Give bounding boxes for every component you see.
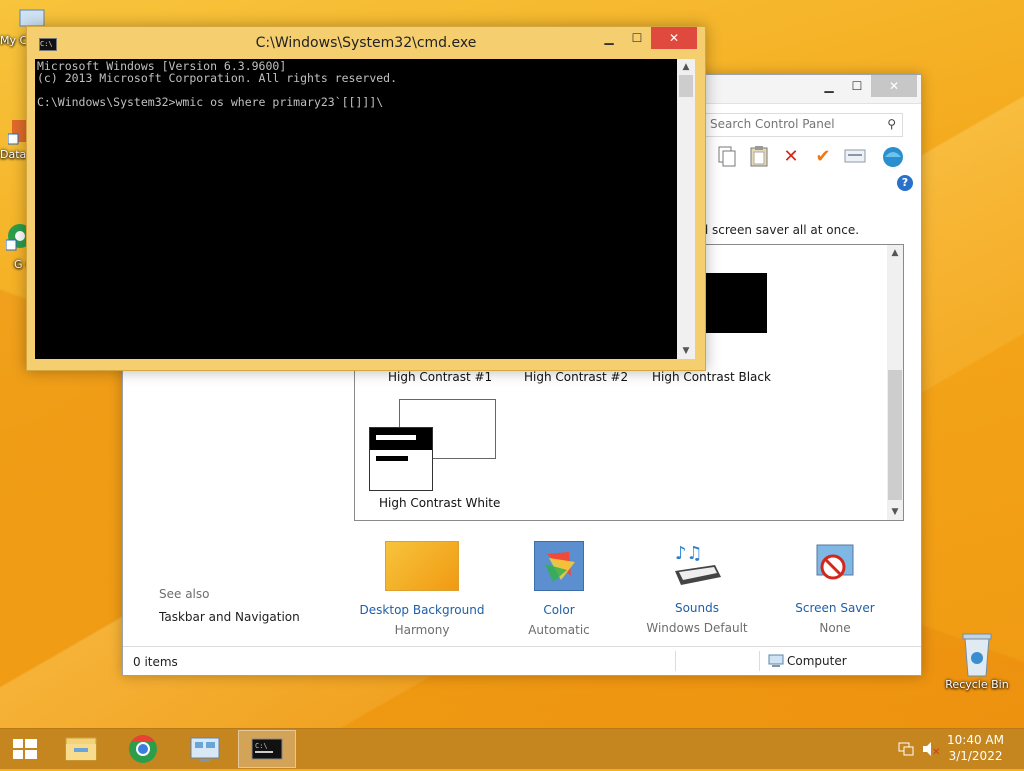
preview-text-bar (376, 456, 408, 461)
computer-icon (768, 654, 784, 671)
console-prompt-line: C:\Windows\System32>wmic os where primar… (37, 95, 384, 109)
maximize-button[interactable]: ☐ (843, 75, 871, 97)
desktop-icon-recycle-bin[interactable]: Recycle Bin (940, 630, 1014, 691)
desktop-background-icon (385, 541, 459, 591)
status-location: Computer (787, 654, 847, 668)
console-output[interactable]: Microsoft Windows [Version 6.3.9600] (c)… (35, 59, 677, 359)
color-value: Automatic (528, 623, 590, 637)
paste-icon[interactable] (747, 145, 771, 169)
svg-text:♪♫: ♪♫ (675, 543, 703, 564)
windows-logo-icon (13, 739, 37, 759)
scroll-up-arrow-icon[interactable]: ▲ (887, 245, 903, 261)
clock-date: 3/1/2022 (948, 749, 1003, 763)
maximize-button[interactable]: ☐ (623, 27, 651, 49)
checkmark-icon[interactable]: ✔ (811, 145, 835, 169)
see-also-heading: See also (159, 587, 210, 601)
high-contrast-white-preview[interactable] (369, 399, 497, 491)
console-line: (c) 2013 Microsoft Corporation. All righ… (37, 71, 398, 85)
taskbar: C:\ ✕ 10:40 AM 3/1/2022 (0, 728, 1024, 769)
sounds-keyboard-icon: ♪♫ (671, 541, 723, 589)
desktop-background-link[interactable]: Desktop Background (352, 603, 492, 617)
personalization-description: nd screen saver all at once. (693, 223, 860, 237)
folder-icon (65, 737, 97, 761)
screen-saver-icon (811, 541, 859, 589)
svg-text:C:\: C:\ (255, 742, 268, 750)
preview-titlebar (370, 428, 432, 450)
theme-label-high-contrast-black[interactable]: High Contrast Black (652, 370, 771, 384)
taskbar-file-explorer[interactable] (52, 730, 110, 768)
sounds-link[interactable]: Sounds (627, 601, 767, 615)
taskbar-cmd[interactable]: C:\ (238, 730, 296, 768)
desktop-background-value: Harmony (394, 623, 450, 637)
scroll-down-arrow-icon[interactable]: ▼ (677, 343, 695, 359)
scroll-down-arrow-icon[interactable]: ▼ (887, 504, 903, 520)
sounds-item[interactable]: ♪♫ Sounds Windows Default (627, 541, 767, 635)
desktop-icon-label: Recycle Bin (945, 678, 1009, 691)
copy-icon[interactable] (715, 145, 739, 169)
start-button[interactable] (0, 730, 50, 768)
theme-label-high-contrast-1[interactable]: High Contrast #1 (388, 370, 492, 384)
help-icon[interactable]: ? (897, 175, 913, 191)
control-panel-icon (190, 737, 220, 762)
close-button[interactable]: ✕ (651, 27, 697, 49)
search-icon[interactable]: ⚲ (887, 117, 896, 131)
status-bar: 0 items Computer (123, 646, 921, 675)
theme-label-high-contrast-2[interactable]: High Contrast #2 (524, 370, 628, 384)
scrollbar-thumb[interactable] (888, 370, 902, 500)
theme-label-high-contrast-white[interactable]: High Contrast White (379, 496, 500, 510)
chrome-icon (129, 735, 157, 763)
sounds-value: Windows Default (646, 621, 748, 635)
screen-saver-link[interactable]: Screen Saver (765, 601, 905, 615)
minimize-button[interactable]: ▁ (595, 27, 623, 49)
system-clock[interactable]: 10:40 AM 3/1/2022 (947, 732, 1004, 764)
taskbar-navigation-link[interactable]: Taskbar and Navigation (159, 610, 300, 624)
console-scrollbar[interactable]: ▲ ▼ (677, 59, 695, 359)
color-link[interactable]: Color (489, 603, 629, 617)
recycle-bin-icon (959, 630, 995, 678)
taskbar-control-panel[interactable] (176, 730, 234, 768)
network-icon[interactable] (898, 741, 914, 760)
scrollbar-thumb[interactable] (679, 75, 693, 97)
shell-globe-icon[interactable] (881, 145, 905, 169)
search-box[interactable]: ⚲ (705, 113, 903, 137)
theme-scrollbar[interactable]: ▲ ▼ (887, 245, 903, 520)
high-contrast-black-preview[interactable] (703, 273, 767, 333)
volume-muted-icon[interactable]: ✕ (922, 741, 940, 760)
taskbar-chrome[interactable] (114, 730, 172, 768)
search-input[interactable] (706, 114, 880, 134)
clock-time: 10:40 AM (947, 733, 1004, 747)
minimize-button[interactable]: ▁ (815, 75, 843, 97)
cmd-icon: C:\ (251, 738, 283, 760)
close-button[interactable]: ✕ (871, 75, 917, 97)
screen-saver-value: None (819, 621, 851, 635)
delete-icon[interactable]: ✕ (779, 145, 803, 169)
cmd-window: C:\ C:\Windows\System32\cmd.exe ▁ ☐ ✕ Mi… (26, 26, 706, 371)
svg-text:✕: ✕ (932, 747, 940, 757)
status-divider (675, 651, 676, 671)
item-count: 0 items (133, 655, 178, 669)
color-palette-icon (534, 541, 584, 591)
properties-icon[interactable] (843, 145, 867, 169)
desktop-background-item[interactable]: Desktop Background Harmony (352, 541, 492, 637)
status-divider (759, 651, 760, 671)
screen-saver-item[interactable]: Screen Saver None (765, 541, 905, 635)
color-item[interactable]: Color Automatic (489, 541, 629, 637)
scroll-up-arrow-icon[interactable]: ▲ (677, 59, 695, 75)
preview-front-window (369, 427, 433, 491)
